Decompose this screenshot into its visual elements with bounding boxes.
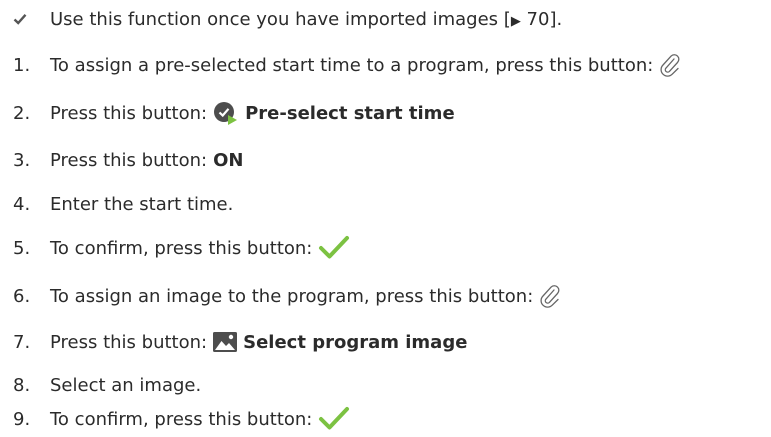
step-7: 7. Press this button: Select program ima… bbox=[0, 325, 771, 359]
step-number: 3. bbox=[13, 149, 31, 171]
step-number: 5. bbox=[13, 237, 31, 259]
step-4: 4. Enter the start time. bbox=[0, 187, 771, 221]
step-9-content: To confirm, press this button: bbox=[50, 402, 350, 436]
step-number: 2. bbox=[13, 102, 31, 124]
reference-page: 70 bbox=[520, 8, 550, 30]
prerequisite-text-after: ]. bbox=[549, 8, 563, 30]
button-label-select-program-image: Select program image bbox=[243, 331, 468, 353]
step-7-content: Press this button: Select program image bbox=[50, 325, 467, 359]
instruction-document: Use this function once you have imported… bbox=[0, 0, 771, 437]
step-text: Press this button: bbox=[50, 149, 208, 171]
prerequisite-check-icon bbox=[13, 2, 43, 36]
step-8: 8. Select an image. bbox=[0, 368, 771, 402]
step-number: 6. bbox=[13, 285, 31, 307]
step-6: 6. To assign an image to the program, pr… bbox=[0, 279, 771, 313]
step-3: 3. Press this button: ON bbox=[0, 143, 771, 177]
step-4-content: Enter the start time. bbox=[50, 187, 233, 221]
step-8-content: Select an image. bbox=[50, 368, 201, 402]
button-label-on: ON bbox=[213, 149, 244, 171]
step-5: 5. To confirm, press this button: bbox=[0, 231, 771, 265]
step-number: 1. bbox=[13, 54, 31, 76]
step-5-content: To confirm, press this button: bbox=[50, 231, 350, 265]
prerequisite-text: Use this function once you have imported… bbox=[50, 2, 562, 36]
image-icon bbox=[213, 332, 238, 352]
clock-check-icon bbox=[213, 101, 239, 125]
step-text: Press this button: bbox=[50, 331, 208, 353]
prerequisite-row: Use this function once you have imported… bbox=[0, 2, 771, 36]
button-label-pre-select-start-time: Pre-select start time bbox=[245, 102, 455, 124]
step-number: 8. bbox=[13, 374, 31, 396]
checkmark-icon bbox=[318, 406, 350, 432]
step-text: To confirm, press this button: bbox=[50, 408, 313, 430]
prerequisite-text-before: Use this function once you have imported… bbox=[50, 8, 511, 30]
paperclip-icon bbox=[659, 53, 681, 77]
step-text: To assign an image to the program, press… bbox=[50, 285, 534, 307]
step-9: 9. To confirm, press this button: bbox=[0, 402, 771, 436]
step-3-content: Press this button: ON bbox=[50, 143, 243, 177]
page-reference-link[interactable]: ▶ 70 bbox=[511, 9, 550, 30]
paperclip-icon bbox=[539, 284, 561, 308]
step-text: Enter the start time. bbox=[50, 193, 234, 215]
step-text: To confirm, press this button: bbox=[50, 237, 313, 259]
step-text: Press this button: bbox=[50, 102, 208, 124]
checkmark-icon bbox=[318, 235, 350, 261]
step-1: 1. To assign a pre-selected start time t… bbox=[0, 48, 771, 82]
step-2-content: Press this button: Pre-select start time bbox=[50, 96, 455, 130]
step-text: To assign a pre-selected start time to a… bbox=[50, 54, 654, 76]
step-2: 2. Press this button: Pre-select start t… bbox=[0, 96, 771, 130]
step-number: 4. bbox=[13, 193, 31, 215]
reference-arrow-icon: ▶ bbox=[510, 13, 521, 29]
step-1-content: To assign a pre-selected start time to a… bbox=[50, 48, 681, 82]
step-number: 9. bbox=[13, 408, 31, 430]
step-number: 7. bbox=[13, 331, 31, 353]
step-text: Select an image. bbox=[50, 374, 202, 396]
step-6-content: To assign an image to the program, press… bbox=[50, 279, 561, 313]
